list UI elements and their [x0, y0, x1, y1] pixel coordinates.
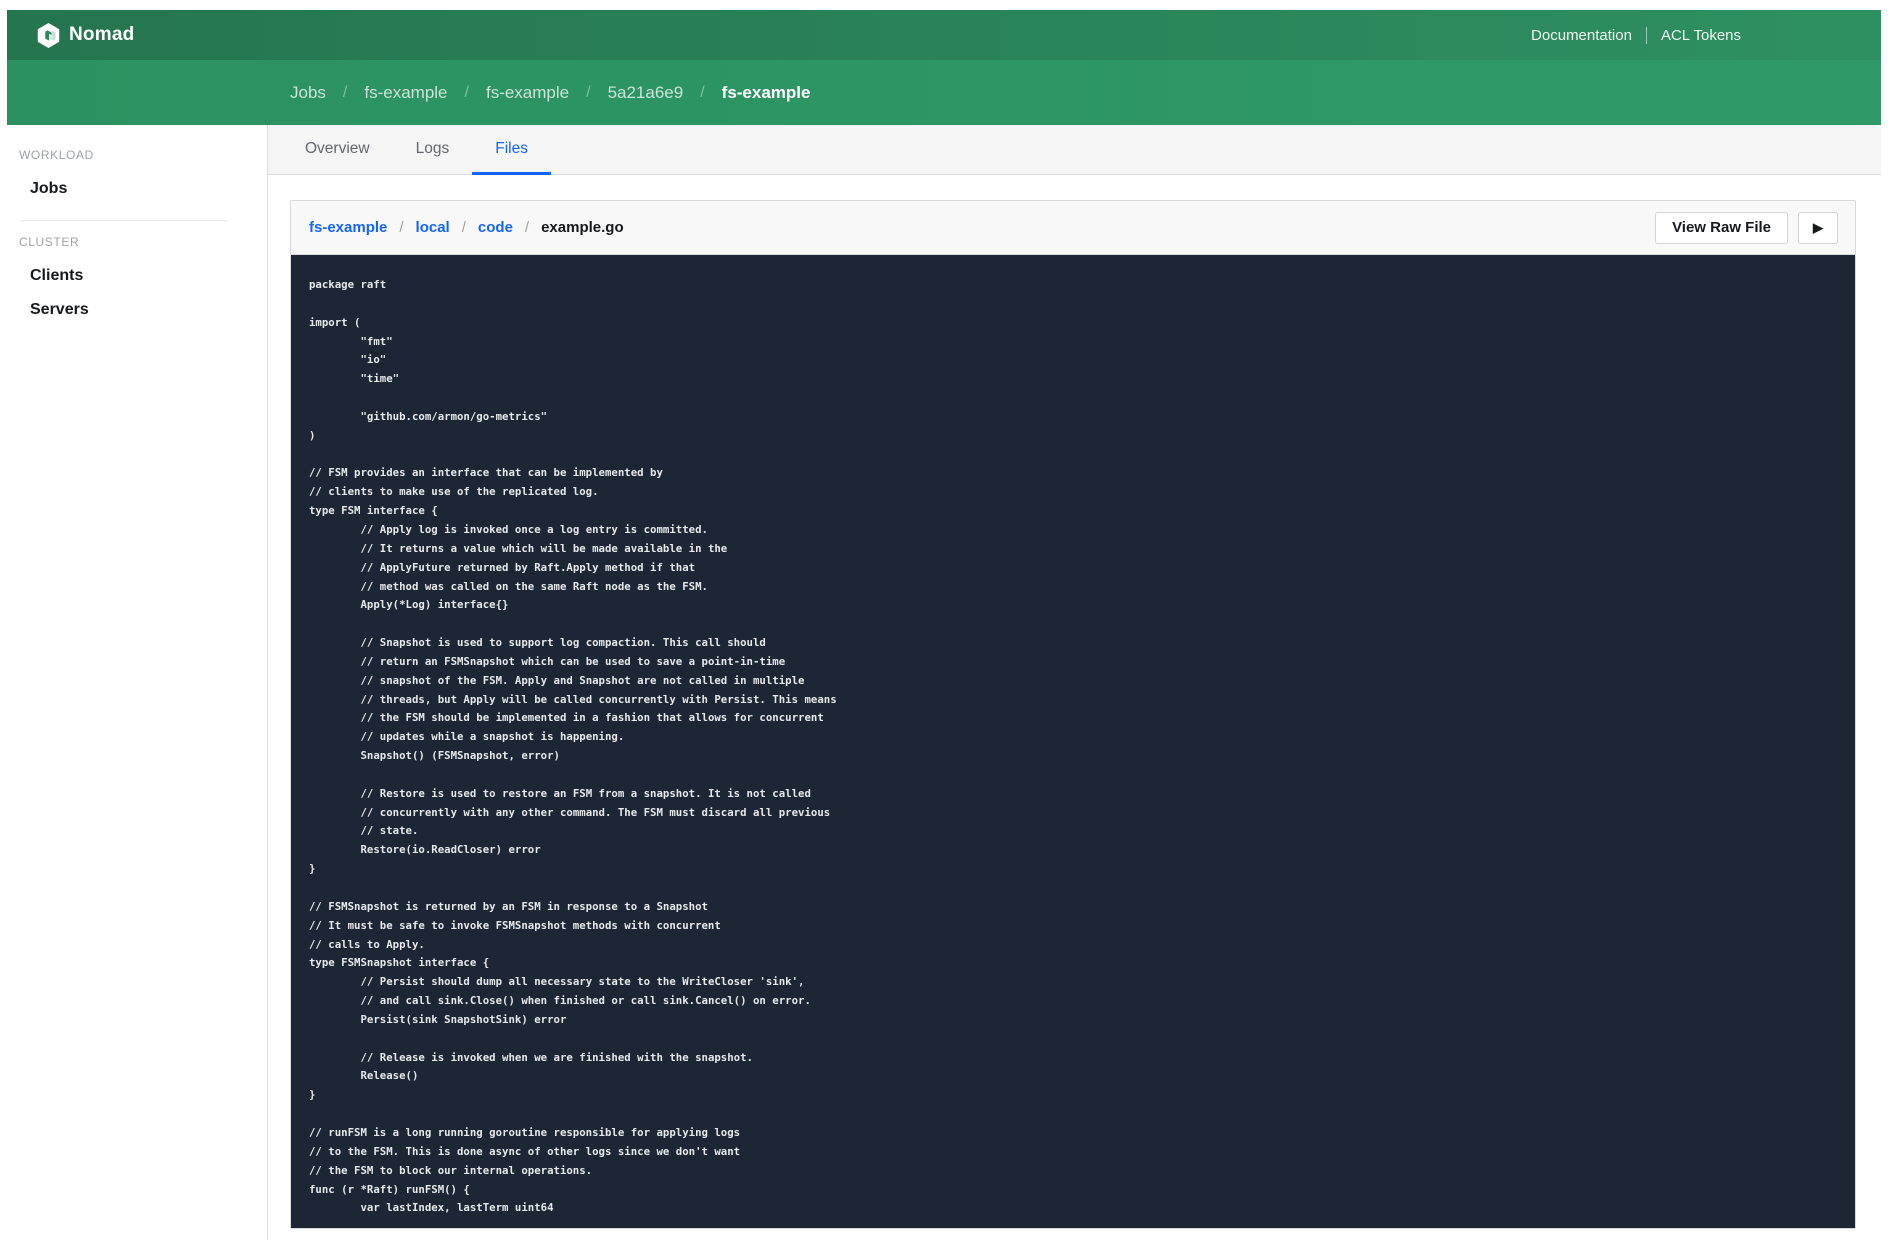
- main-area: Overview Logs Files fs-example / local / code /…: [268, 125, 1881, 1240]
- breadcrumb-fs-example[interactable]: fs-example: [486, 83, 569, 103]
- play-icon: ▶: [1813, 219, 1823, 235]
- breadcrumb-current[interactable]: fs-example: [722, 83, 811, 103]
- content-area: fs-example / local / code / example.go View Ra…: [268, 175, 1881, 1230]
- top-nav-bar: Nomad Documentation ACL Tokens: [7, 10, 1881, 60]
- sidebar-item-servers[interactable]: Servers: [0, 293, 267, 327]
- file-path-code[interactable]: code: [478, 219, 513, 236]
- breadcrumb-jobs[interactable]: Jobs: [290, 83, 326, 103]
- follow-file-button[interactable]: ▶: [1798, 211, 1838, 244]
- tab-logs[interactable]: Logs: [393, 125, 473, 175]
- breadcrumb-separator: /: [464, 83, 469, 101]
- nav-link-acl-tokens[interactable]: ACL Tokens: [1661, 27, 1741, 44]
- file-path-breadcrumb: fs-example / local / code / example.go: [309, 219, 624, 236]
- file-path-separator: /: [524, 219, 530, 236]
- sidebar-item-clients[interactable]: Clients: [0, 259, 267, 293]
- tab-overview[interactable]: Overview: [282, 125, 393, 175]
- breadcrumb: Jobs / fs-example / fs-example / 5a21a6e9 / fs-e…: [290, 83, 810, 103]
- nav-link-documentation[interactable]: Documentation: [1531, 27, 1632, 44]
- app-frame: Nomad Documentation ACL Tokens Jobs / fs-e…: [7, 10, 1881, 125]
- code-content: package raft import ( "fmt" "io" "time" …: [309, 278, 837, 1215]
- file-panel-header: fs-example / local / code / example.go View Ra…: [291, 201, 1855, 255]
- breadcrumb-separator: /: [700, 83, 705, 101]
- sidebar-item-jobs[interactable]: Jobs: [0, 172, 267, 206]
- breadcrumb-5a21a6e9[interactable]: 5a21a6e9: [608, 83, 684, 103]
- nav-links-divider: [1645, 26, 1647, 44]
- sidebar-section-label-cluster: Cluster: [19, 235, 80, 249]
- brand-title: Nomad: [69, 24, 135, 45]
- nav-links: Documentation ACL Tokens: [1531, 26, 1851, 44]
- body-row: Workload Jobs Cluster Clients Servers Overvi…: [0, 125, 1888, 1240]
- sidebar-section-label-workload: Workload: [19, 148, 94, 162]
- file-name: example.go: [541, 219, 624, 236]
- file-path-separator: /: [399, 219, 404, 236]
- nomad-logo-icon: [37, 22, 60, 48]
- file-panel-actions: View Raw File ▶: [1655, 211, 1838, 244]
- breadcrumb-separator: /: [586, 83, 591, 101]
- breadcrumb-separator: /: [342, 83, 348, 101]
- breadcrumb-bar: Jobs / fs-example / fs-example / 5a21a6e9 / fs-e…: [7, 60, 1881, 125]
- file-path-separator: /: [461, 219, 466, 236]
- file-panel: fs-example / local / code / example.go View Ra…: [290, 200, 1856, 1230]
- code-viewer[interactable]: package raft import ( "fmt" "io" "time" …: [291, 255, 1855, 1229]
- sidebar: Workload Jobs Cluster Clients Servers: [0, 125, 268, 1240]
- breadcrumb-fs-example[interactable]: fs-example: [364, 83, 447, 103]
- nomad-brand[interactable]: Nomad: [37, 22, 135, 48]
- tab-bar: Overview Logs Files: [268, 125, 1881, 175]
- file-path-fs-example[interactable]: fs-example: [309, 219, 387, 236]
- tab-files[interactable]: Files: [472, 125, 551, 175]
- view-raw-file-button[interactable]: View Raw File: [1655, 211, 1788, 244]
- file-path-local[interactable]: local: [416, 219, 450, 236]
